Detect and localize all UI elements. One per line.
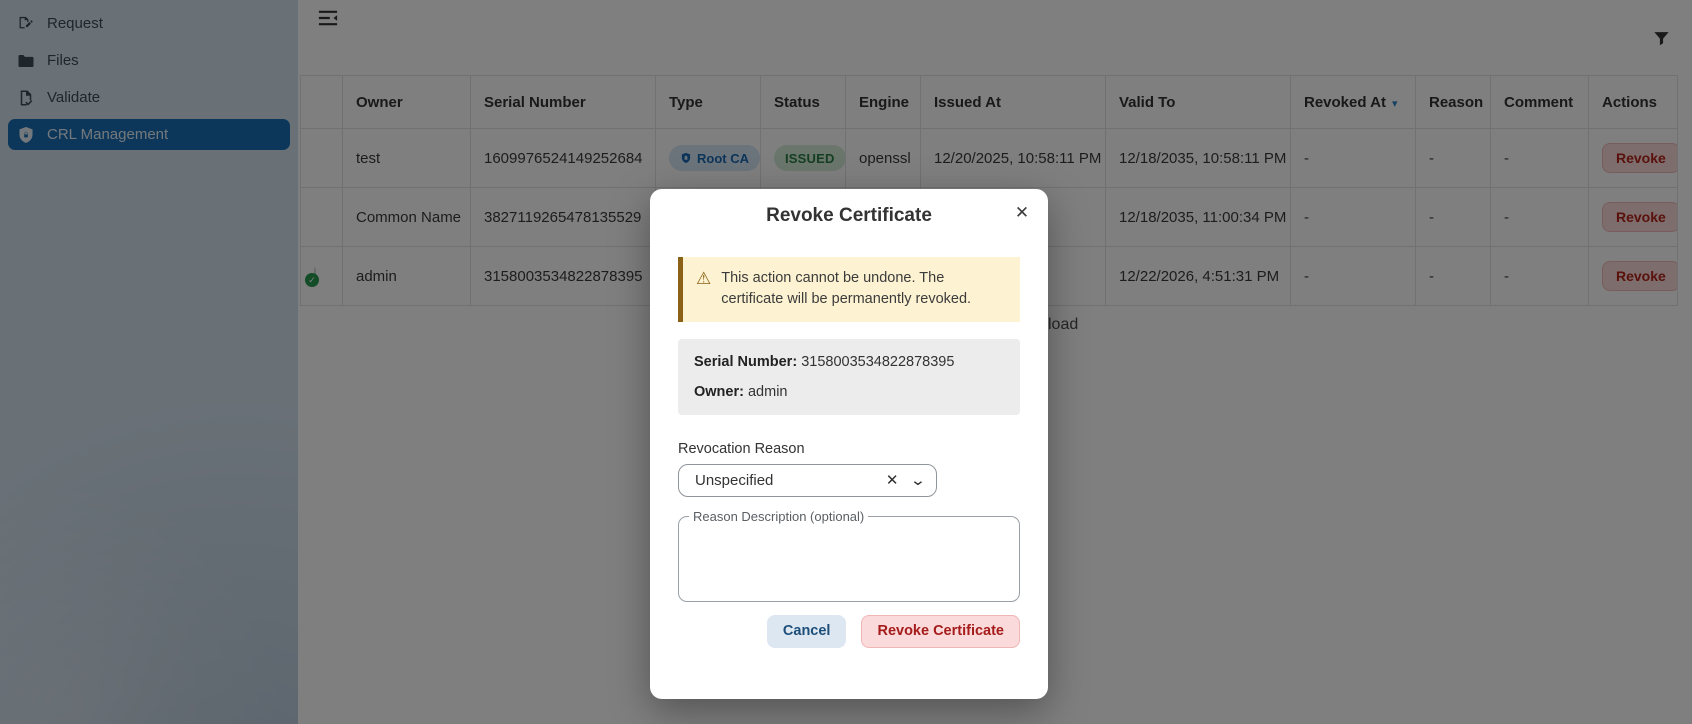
serial-number-row: Serial Number: 3158003534822878395 [694, 354, 1004, 370]
revoke-certificate-button[interactable]: Revoke Certificate [861, 615, 1020, 648]
warning-text: This action cannot be undone. The certif… [721, 268, 1007, 311]
revoke-certificate-dialog: Revoke Certificate ✕ ⚠ This action canno… [650, 189, 1048, 699]
reason-description-label: Reason Description (optional) [689, 509, 868, 524]
warning-icon: ⚠ [696, 268, 711, 289]
dialog-title: Revoke Certificate [678, 203, 1020, 229]
dialog-actions: Cancel Revoke Certificate [678, 615, 1020, 648]
revocation-reason-label: Revocation Reason [678, 441, 1020, 457]
serial-number-value: 3158003534822878395 [801, 354, 954, 370]
close-icon[interactable]: ✕ [1010, 201, 1034, 225]
revocation-reason-select[interactable]: Unspecified ✕ ⌄ [678, 464, 937, 497]
owner-value: admin [748, 384, 788, 400]
reason-description-fieldset: Reason Description (optional) [678, 509, 1020, 602]
owner-label: Owner: [694, 384, 744, 400]
reason-description-input[interactable] [687, 526, 1011, 590]
owner-row: Owner: admin [694, 384, 1004, 400]
clear-selection-icon[interactable]: ✕ [877, 471, 908, 489]
chevron-down-icon[interactable]: ⌄ [905, 471, 927, 489]
certificate-details-box: Serial Number: 3158003534822878395 Owner… [678, 339, 1020, 415]
warning-banner: ⚠ This action cannot be undone. The cert… [678, 257, 1020, 322]
cancel-button[interactable]: Cancel [767, 615, 847, 648]
selected-reason-value: Unspecified [695, 472, 877, 489]
serial-number-label: Serial Number: [694, 354, 797, 370]
